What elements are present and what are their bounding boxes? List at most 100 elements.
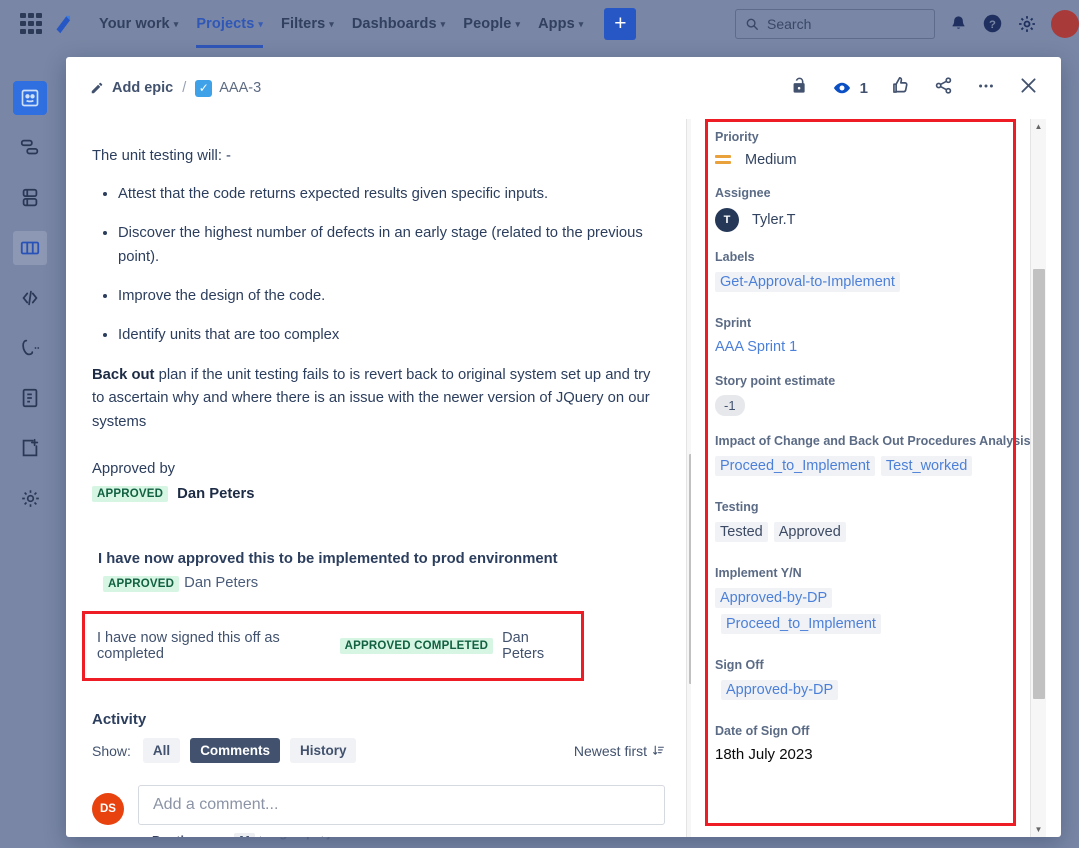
field-label: Story point estimate bbox=[715, 373, 1046, 390]
backout-heading: Back out bbox=[92, 367, 155, 383]
sidebar-item-board[interactable] bbox=[13, 231, 47, 265]
add-epic-button[interactable]: Add epic bbox=[90, 80, 173, 96]
field-impact-of-change: Impact of Change and Back Out Procedures… bbox=[715, 433, 1046, 482]
field-label: Assignee bbox=[715, 185, 1046, 202]
project-sidebar bbox=[0, 47, 60, 848]
priority-value: Medium bbox=[745, 152, 797, 168]
help-icon[interactable]: ? bbox=[982, 13, 1003, 34]
notifications-icon[interactable] bbox=[949, 14, 968, 33]
signoff-date-value[interactable]: 18th July 2023 bbox=[715, 746, 813, 763]
chevron-down-icon: ▾ bbox=[515, 19, 520, 30]
nav-item-dashboards[interactable]: Dashboards ▾ bbox=[343, 10, 454, 38]
pro-tip-suffix: to comment bbox=[259, 834, 324, 837]
nav-item-your-work[interactable]: Your work ▾ bbox=[90, 10, 187, 38]
nav-item-label: People bbox=[463, 16, 511, 32]
sidebar-item-roadmap[interactable] bbox=[13, 131, 47, 165]
assignee-name: Tyler.T bbox=[752, 212, 796, 228]
label-tag[interactable]: Get-Approval-to-Implement bbox=[715, 272, 900, 292]
sidebar-item-code[interactable] bbox=[13, 281, 47, 315]
close-icon[interactable] bbox=[1018, 75, 1039, 101]
impact-tag[interactable]: Proceed_to_Implement bbox=[715, 456, 875, 476]
backout-body: plan if the unit testing fails to is rev… bbox=[92, 367, 650, 430]
create-button[interactable]: + bbox=[604, 8, 636, 40]
nav-item-filters[interactable]: Filters ▾ bbox=[272, 10, 343, 38]
impact-tag[interactable]: Test_worked bbox=[881, 456, 972, 476]
watch-count: 1 bbox=[860, 80, 868, 97]
thumbs-up-icon[interactable] bbox=[890, 75, 911, 101]
scroll-down-arrow-icon[interactable]: ▼ bbox=[1035, 822, 1043, 837]
show-label: Show: bbox=[92, 743, 131, 759]
nav-item-projects[interactable]: Projects ▾ bbox=[187, 10, 272, 38]
more-actions-icon[interactable] bbox=[976, 76, 996, 101]
watch-button[interactable]: 1 bbox=[831, 79, 868, 97]
nav-item-label: Your work bbox=[99, 16, 170, 32]
approval-statement-1-name: Dan Peters bbox=[184, 575, 258, 591]
sidebar-item-pages[interactable] bbox=[13, 381, 47, 415]
field-label: Date of Sign Off bbox=[715, 723, 1046, 740]
user-avatar[interactable] bbox=[1051, 10, 1079, 38]
implement-tag[interactable]: Proceed_to_Implement bbox=[721, 614, 881, 634]
sidebar-item-backlog[interactable] bbox=[13, 181, 47, 215]
nav-item-people[interactable]: People ▾ bbox=[454, 10, 529, 38]
testing-tag[interactable]: Approved bbox=[774, 522, 846, 542]
modal-header: Add epic / ✓ AAA-3 bbox=[66, 57, 1061, 119]
approval-statement-1-text: I have now approved this to be implement… bbox=[98, 551, 558, 567]
testing-tag[interactable]: Tested bbox=[715, 522, 768, 542]
assignee-value-row[interactable]: T Tyler.T bbox=[715, 208, 1046, 232]
sidebar-item-project-avatar[interactable] bbox=[13, 81, 47, 115]
priority-value-row[interactable]: Medium bbox=[715, 152, 1046, 168]
tab-comments[interactable]: Comments bbox=[190, 738, 280, 763]
approver-name: Dan Peters bbox=[177, 486, 254, 502]
field-sign-off: Sign Off Approved-by-DP bbox=[715, 657, 1046, 706]
sidebar-item-add-shortcut[interactable] bbox=[13, 431, 47, 465]
scrollbar-thumb[interactable] bbox=[1033, 269, 1045, 699]
sprint-link[interactable]: AAA Sprint 1 bbox=[715, 339, 797, 355]
nav-item-label: Filters bbox=[281, 16, 325, 32]
modal-scrollbar[interactable]: ▲ ▼ bbox=[1030, 119, 1046, 837]
field-assignee: Assignee T Tyler.T bbox=[715, 185, 1046, 232]
app-switcher-icon[interactable] bbox=[20, 13, 42, 35]
sidebar-item-project-settings[interactable] bbox=[13, 481, 47, 515]
add-epic-label: Add epic bbox=[112, 80, 173, 96]
signoff-name: Dan Peters bbox=[502, 630, 569, 662]
scroll-up-arrow-icon[interactable]: ▲ bbox=[1035, 119, 1043, 134]
comment-input[interactable]: Add a comment... bbox=[138, 785, 665, 825]
share-icon[interactable] bbox=[933, 75, 954, 101]
sort-order-button[interactable]: Newest first bbox=[574, 743, 665, 759]
field-label: Impact of Change and Back Out Procedures… bbox=[715, 433, 1046, 450]
tab-all[interactable]: All bbox=[143, 738, 180, 763]
sort-descending-icon bbox=[652, 744, 665, 757]
nav-item-label: Dashboards bbox=[352, 16, 437, 32]
settings-icon[interactable] bbox=[1017, 14, 1037, 34]
signoff-statement-text: I have now signed this off as completed bbox=[97, 630, 331, 662]
avatar: T bbox=[715, 208, 739, 232]
jira-logo-icon[interactable] bbox=[50, 11, 76, 37]
description-intro: The unit testing will: - bbox=[92, 145, 665, 169]
list-item: Identify units that are too complex bbox=[118, 324, 665, 348]
field-date-of-sign-off: Date of Sign Off 18th July 2023 bbox=[715, 723, 1046, 764]
nav-item-label: Projects bbox=[196, 16, 254, 32]
search-input[interactable]: Search bbox=[735, 9, 935, 39]
field-label: Sign Off bbox=[715, 657, 1046, 674]
signoff-tag[interactable]: Approved-by-DP bbox=[721, 680, 838, 700]
breadcrumb: Add epic / ✓ AAA-3 bbox=[90, 80, 261, 97]
nav-item-apps[interactable]: Apps ▾ bbox=[529, 10, 592, 38]
sidebar-item-releases[interactable] bbox=[13, 331, 47, 365]
field-labels: Labels Get-Approval-to-Implement bbox=[715, 249, 1046, 298]
avatar: DS bbox=[92, 793, 124, 825]
tab-history[interactable]: History bbox=[290, 738, 357, 763]
field-label: Testing bbox=[715, 499, 1046, 516]
unlock-icon[interactable] bbox=[790, 76, 809, 100]
chevron-down-icon: ▾ bbox=[441, 19, 446, 30]
approval-statement-1: I have now approved this to be implement… bbox=[92, 548, 665, 596]
field-label: Labels bbox=[715, 249, 1046, 266]
field-label: Priority bbox=[715, 129, 1046, 146]
issue-description-column: The unit testing will: - Attest that the… bbox=[66, 119, 691, 837]
field-label: Implement Y/N bbox=[715, 565, 1046, 582]
implement-tag[interactable]: Approved-by-DP bbox=[715, 588, 832, 608]
list-item: Discover the highest number of defects i… bbox=[118, 222, 665, 270]
story-point-value[interactable]: -1 bbox=[715, 395, 745, 416]
chevron-down-icon: ▾ bbox=[174, 19, 179, 30]
activity-filter-row: Show: All Comments History Newest first bbox=[92, 738, 665, 763]
breadcrumb-issue-key[interactable]: ✓ AAA-3 bbox=[195, 80, 261, 97]
